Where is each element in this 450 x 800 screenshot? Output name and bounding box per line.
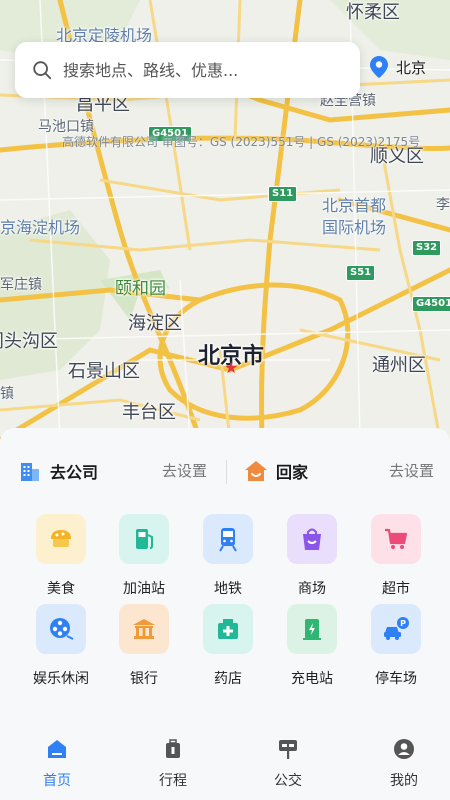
- gas-station-icon: [119, 514, 169, 564]
- nav-trips[interactable]: 行程: [133, 738, 213, 790]
- nav-label: 我的: [390, 773, 418, 789]
- map-label-zhen: 镇: [0, 386, 14, 402]
- bus-stop-icon: [279, 740, 297, 759]
- map-label-haidian-airport: 京海淀机场: [0, 218, 81, 237]
- map-label-mentougou: 门头沟区: [0, 331, 58, 352]
- category-label: 停车场: [375, 671, 417, 687]
- map-label-fengtai: 丰台区: [122, 402, 176, 423]
- search-input[interactable]: [63, 60, 333, 80]
- home-set-link[interactable]: 去设置: [389, 460, 434, 481]
- category-label: 地铁: [214, 581, 242, 597]
- bank-icon: [119, 604, 169, 654]
- map-label-haidian: 海淀区: [128, 313, 182, 334]
- category-bank[interactable]: 银行: [102, 604, 186, 688]
- map-label-li: 李: [436, 197, 450, 213]
- quick-divider: [226, 460, 227, 484]
- map-label-junzhuang: 军庄镇: [0, 277, 42, 293]
- map-label-summer-palace: 颐和园: [115, 279, 166, 299]
- go-to-company[interactable]: 去公司: [18, 446, 98, 496]
- category-label: 药店: [214, 671, 242, 687]
- map-view[interactable]: 怀柔区 北京定陵机场 昌平区 赵全营镇 马池口镇 顺义区 北京首都 国际机场 京…: [0, 0, 450, 440]
- highway-shield: S32: [412, 240, 442, 256]
- category-label: 娱乐休闲: [33, 671, 89, 687]
- entertainment-icon: [36, 604, 86, 654]
- city-name: 北京: [396, 58, 427, 77]
- pharmacy-icon: [203, 604, 253, 654]
- category-entertainment[interactable]: 娱乐休闲: [19, 604, 103, 688]
- map-label-capital-airport-1: 北京首都: [322, 196, 387, 215]
- svg-text:P: P: [400, 619, 406, 628]
- nav-label: 公交: [274, 773, 302, 789]
- map-label-huairou: 怀柔区: [346, 2, 400, 23]
- map-label-capital-airport-2: 国际机场: [322, 218, 387, 237]
- category-parking[interactable]: P 停车场: [354, 604, 438, 688]
- category-gas-station[interactable]: 加油站: [102, 514, 186, 598]
- mall-icon: [287, 514, 337, 564]
- parking-icon: P: [371, 604, 421, 654]
- category-subway[interactable]: 地铁: [186, 514, 270, 598]
- category-label: 充电站: [291, 671, 333, 687]
- highway-shield: G4501: [412, 296, 450, 312]
- home-house-icon: [245, 461, 267, 481]
- company-label: 去公司: [50, 463, 99, 482]
- nav-profile[interactable]: 我的: [364, 738, 444, 790]
- search-icon: [33, 61, 52, 80]
- category-label: 加油站: [123, 581, 165, 597]
- subway-icon: [203, 514, 253, 564]
- nav-bus[interactable]: 公交: [248, 738, 328, 790]
- nav-label: 行程: [159, 773, 187, 789]
- location-pin-icon: [370, 56, 388, 78]
- map-label-tongzhou: 通州区: [372, 355, 426, 376]
- category-mall[interactable]: 商场: [270, 514, 354, 598]
- home-label: 回家: [276, 463, 309, 482]
- map-label-shijingshan: 石景山区: [68, 361, 140, 382]
- highway-shield: S51: [346, 265, 376, 281]
- category-food[interactable]: 美食: [19, 514, 103, 598]
- home-icon: [48, 740, 66, 758]
- category-label: 美食: [47, 581, 75, 597]
- quick-destinations: 去公司 去设置 回家 去设置: [0, 446, 450, 496]
- highway-shield: S11: [268, 186, 298, 202]
- nav-home[interactable]: 首页: [17, 738, 97, 790]
- go-home[interactable]: 回家: [244, 446, 308, 496]
- category-label: 超市: [382, 581, 410, 597]
- charging-station-icon: [287, 604, 337, 654]
- company-set-link[interactable]: 去设置: [162, 460, 207, 481]
- nav-label: 首页: [43, 773, 71, 789]
- category-label: 银行: [130, 671, 158, 687]
- luggage-icon: [166, 739, 180, 758]
- office-building-icon: [21, 463, 39, 481]
- profile-icon: [394, 739, 414, 759]
- capital-star-icon: ★: [224, 358, 239, 377]
- supermarket-icon: [371, 514, 421, 564]
- category-supermarket[interactable]: 超市: [354, 514, 438, 598]
- food-icon: [36, 514, 86, 564]
- category-charging-station[interactable]: 充电站: [270, 604, 354, 688]
- category-pharmacy[interactable]: 药店: [186, 604, 270, 688]
- city-selector[interactable]: 北京: [370, 52, 426, 82]
- search-bar[interactable]: [15, 42, 360, 98]
- bottom-nav: 首页 行程 公交 我的: [0, 730, 450, 800]
- category-label: 商场: [298, 581, 326, 597]
- map-copyright: 高德软件有限公司 审图号：GS (2023)551号 | GS (2023)21…: [62, 135, 421, 149]
